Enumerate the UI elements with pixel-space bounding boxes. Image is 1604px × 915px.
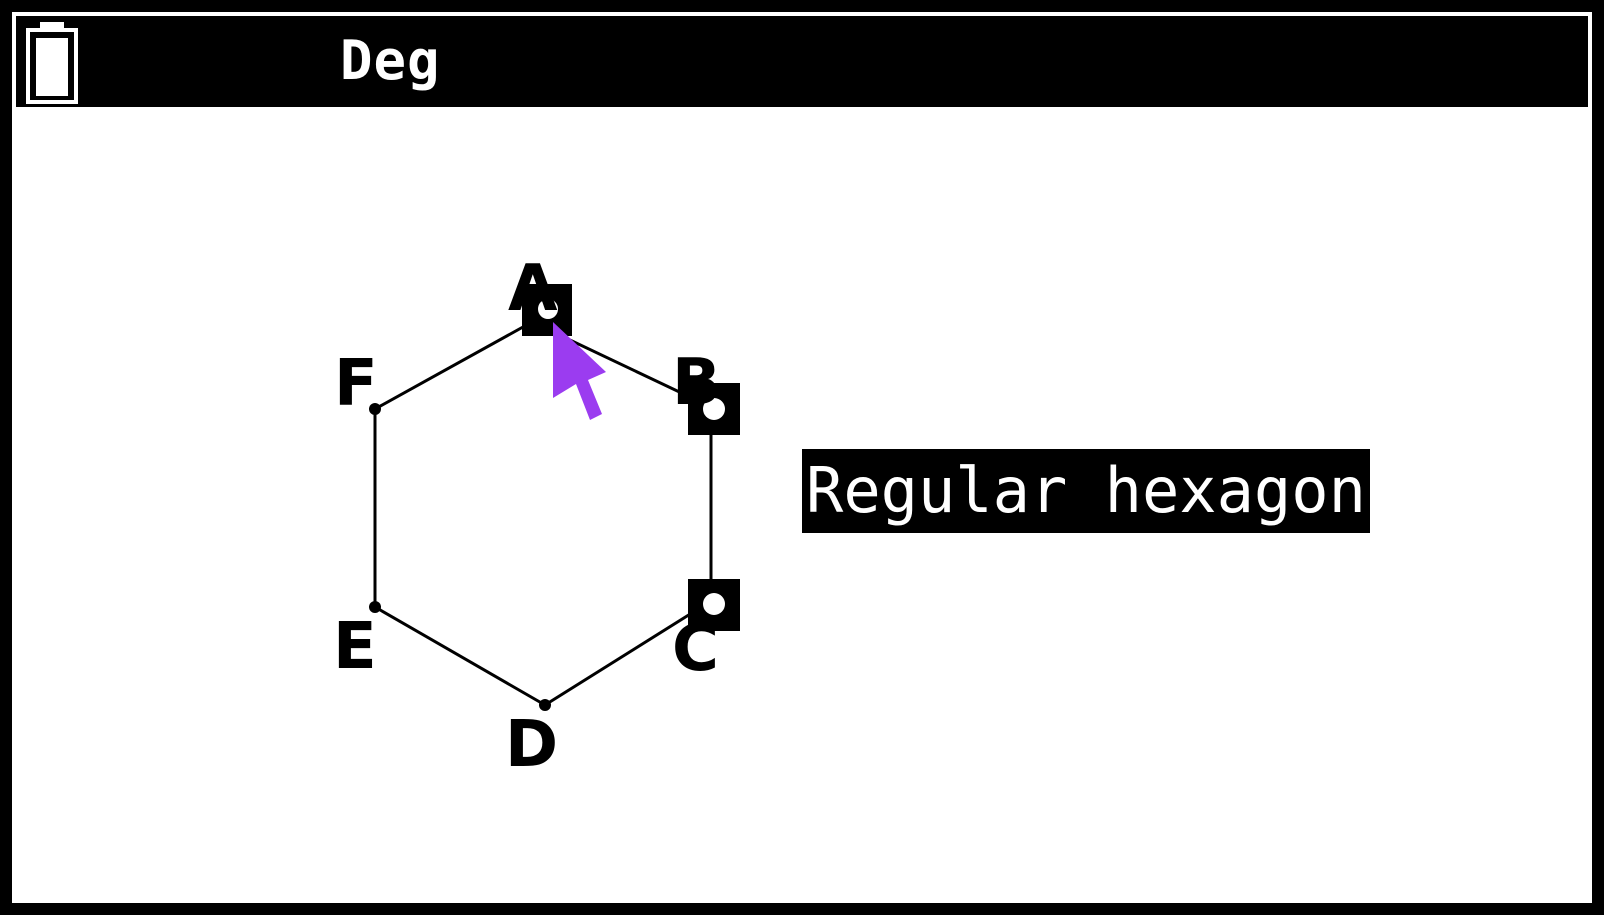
- edge-de: [374, 605, 546, 707]
- shape-name-label: Regular hexagon: [802, 449, 1370, 533]
- vertex-a-label: A: [508, 252, 558, 326]
- vertex-c-label: C: [672, 612, 719, 686]
- calculator-screen: Deg A B C D E F Regular hexagon: [0, 0, 1604, 915]
- geometry-canvas[interactable]: Deg A B C D E F Regular hexagon: [12, 12, 1592, 903]
- vertex-b-label: B: [672, 346, 721, 420]
- cursor-arrow-icon: [553, 322, 606, 420]
- edge-fa: [374, 320, 533, 411]
- vertex-f-label: F: [334, 347, 378, 421]
- vertex-e-label: E: [333, 610, 377, 684]
- vertex-d-label: D: [505, 708, 558, 782]
